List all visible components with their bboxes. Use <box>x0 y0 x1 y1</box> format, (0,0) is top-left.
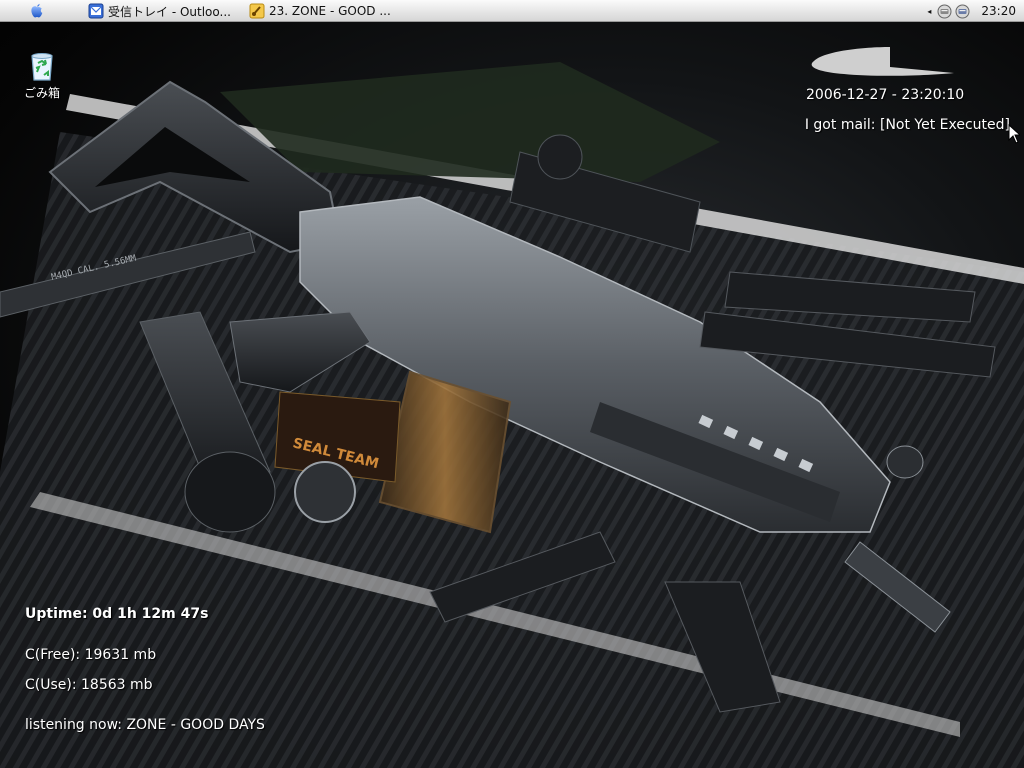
desklet-blob-shape <box>811 47 954 76</box>
drive-free-readout: C(Free): 19631 mb <box>25 647 157 663</box>
menu-bar: 受信トレイ - Outloo... 23. ZONE - GOOD ... ◂ <box>0 0 1024 22</box>
pouch <box>220 62 720 182</box>
desktop-icon-label: ごみ箱 <box>23 86 60 100</box>
gun-case-foam <box>0 132 1024 768</box>
mouse-cursor-icon <box>1008 124 1020 144</box>
apple-menu-icon[interactable] <box>28 2 46 20</box>
drive-used-readout: C(Use): 18563 mb <box>25 677 153 693</box>
scope-turret <box>537 134 583 180</box>
menu-bar-clock[interactable]: 23:20 <box>981 4 1016 18</box>
uptime-readout: Uptime: 0d 1h 12m 47s <box>25 606 209 622</box>
outlook-icon <box>88 3 104 19</box>
datetime-readout: 2006-12-27 - 23:20:10 <box>806 87 965 103</box>
desktop: 受信トレイ - Outloo... 23. ZONE - GOOD ... ◂ <box>0 0 1024 768</box>
taskbar-item-label: 受信トレイ - Outloo... <box>108 4 231 19</box>
music-player-icon <box>249 3 265 19</box>
tray-expand-arrow[interactable]: ◂ <box>927 7 931 16</box>
now-playing-readout: listening now: ZONE - GOOD DAYS <box>25 717 265 733</box>
drive-icon[interactable] <box>937 4 952 19</box>
system-tray: ◂ 23:20 <box>927 0 1016 22</box>
taskbar-item-label: 23. ZONE - GOOD ... <box>269 4 391 18</box>
front-sight <box>886 445 924 479</box>
network-drive-icon[interactable] <box>955 4 970 19</box>
taskbar-item-music-player[interactable]: 23. ZONE - GOOD ... <box>249 0 391 22</box>
launcher-muzzle <box>184 451 276 533</box>
recycle-bin-icon <box>31 53 53 81</box>
taskbar-item-outlook[interactable]: 受信トレイ - Outloo... <box>88 0 231 22</box>
mail-status[interactable]: I got mail: [Not Yet Executed] <box>805 117 1010 133</box>
desktop-icon-trash[interactable]: ごみ箱 <box>18 50 66 101</box>
seal-coin <box>294 461 356 523</box>
